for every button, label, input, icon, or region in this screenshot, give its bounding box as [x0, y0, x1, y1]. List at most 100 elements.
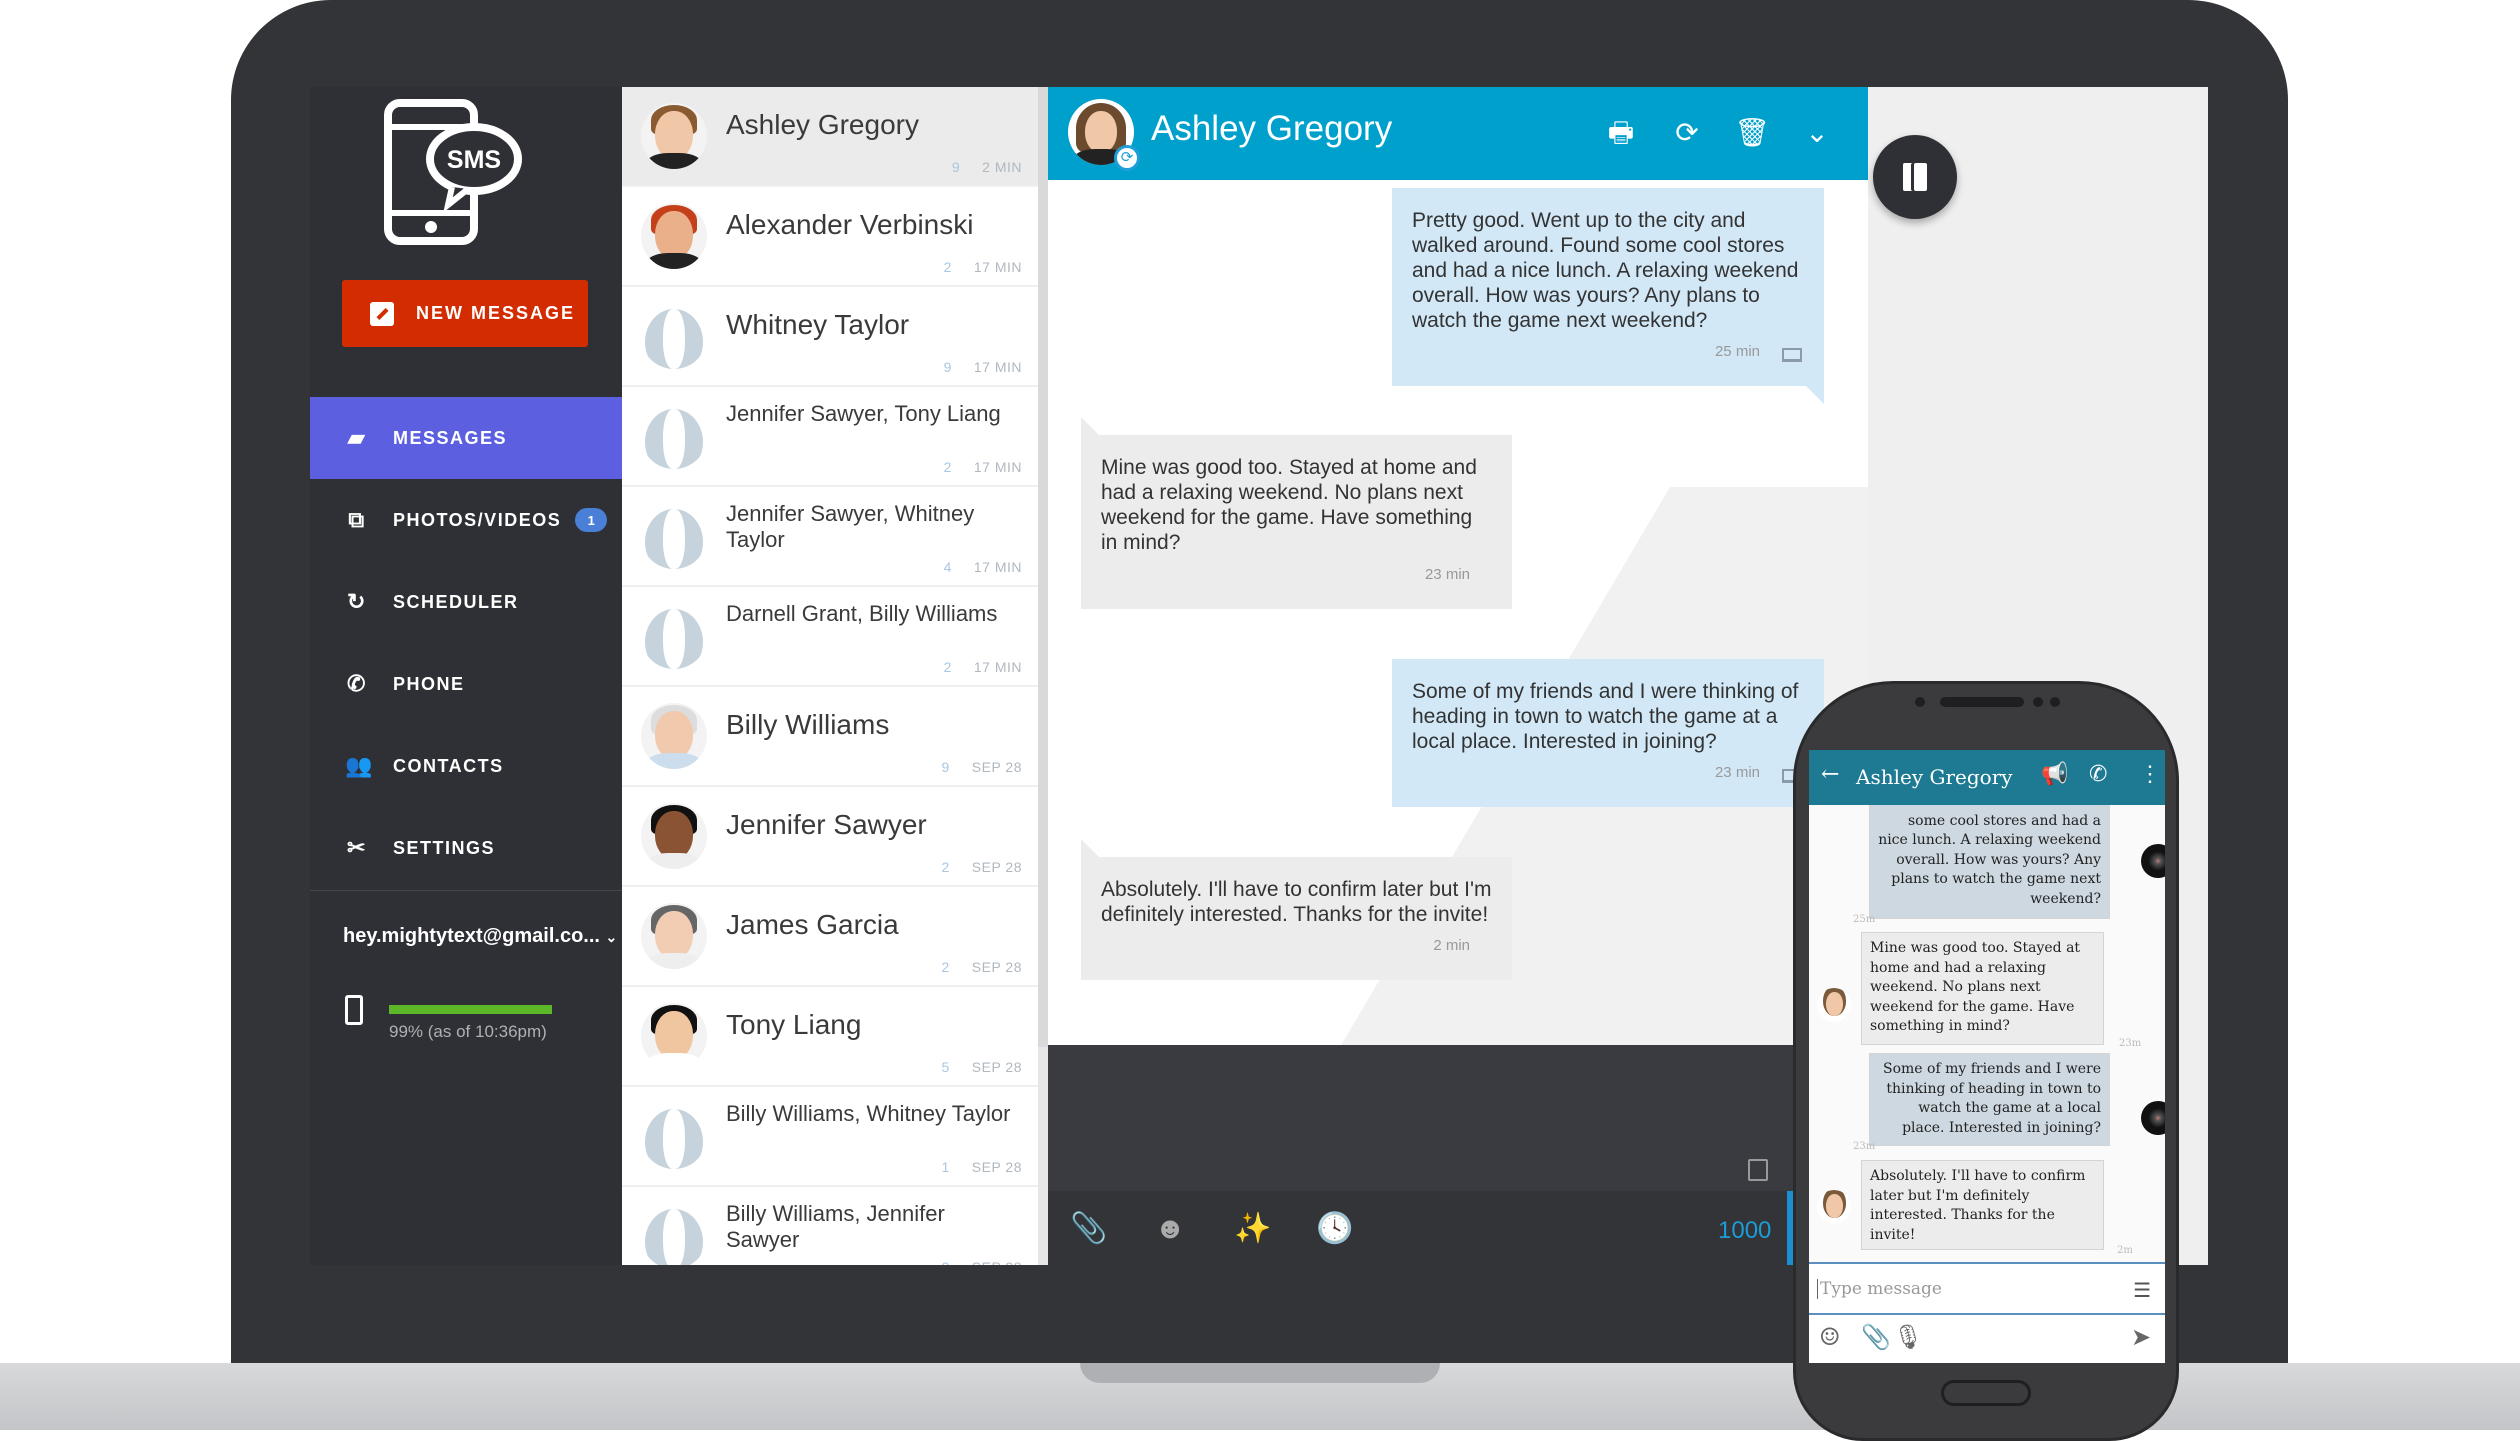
attach-icon[interactable]: 📎: [1070, 1211, 1107, 1247]
send-icon[interactable]: ➤: [2131, 1323, 2151, 1351]
conversation-item[interactable]: Jennifer Sawyer 2 SEP 28: [622, 787, 1038, 887]
conversation-time: 17 MIN: [973, 659, 1022, 675]
phone-sensor: [2033, 697, 2043, 707]
phone-message-time: 2m: [2117, 1245, 2133, 1256]
account-selector[interactable]: hey.mightytext@gmail.co... ⌄: [343, 925, 617, 948]
avatar-face: [655, 811, 693, 859]
sidebar-item-phone[interactable]: ✆ PHONE: [310, 643, 622, 725]
sidebar-item-messages[interactable]: ▰ MESSAGES: [310, 397, 622, 479]
conversation-item[interactable]: Jennifer Sawyer, Tony Liang 2 17 MIN: [622, 387, 1038, 487]
save-draft-icon[interactable]: [1748, 1159, 1768, 1181]
message-count: 2: [943, 259, 952, 275]
avatar-shirt: [645, 153, 703, 169]
conversation-item[interactable]: Billy Williams, Jennifer Sawyer 2 SEP 28: [622, 1187, 1038, 1265]
conversation-time: 17 MIN: [973, 459, 1022, 475]
conversation-meta: 2 SEP 28: [941, 1259, 1022, 1265]
avatar-face: [655, 711, 693, 759]
avatar-face: [655, 911, 693, 959]
new-message-button[interactable]: NEW MESSAGE: [342, 280, 588, 347]
conversation-item[interactable]: Billy Williams, Whitney Taylor 1 SEP 28: [622, 1087, 1038, 1187]
conversation-item[interactable]: Darnell Grant, Billy Williams 2 17 MIN: [622, 587, 1038, 687]
conversation-item[interactable]: Jennifer Sawyer, Whitney Taylor 4 17 MIN: [622, 487, 1038, 587]
conversation-name: James Garcia: [726, 909, 899, 940]
print-icon[interactable]: 🖶: [1601, 113, 1641, 153]
conversation-meta: 4 17 MIN: [944, 559, 1022, 575]
message-bubble-in: Mine was good too. Stayed at home and ha…: [1081, 417, 1512, 609]
avatar-face: [655, 1011, 693, 1059]
megaphone-icon[interactable]: 📢: [2041, 762, 2068, 787]
avatar: [641, 603, 707, 669]
conversation-meta: 1 SEP 28: [941, 1159, 1022, 1175]
conversation-name: Ashley Gregory: [726, 109, 919, 140]
phone-home-button[interactable]: [1941, 1380, 2031, 1406]
message-time: 25 min: [1714, 343, 1760, 360]
magic-wand-icon[interactable]: ✨: [1234, 1211, 1271, 1247]
phone-camera: [2050, 697, 2060, 707]
conversation-item[interactable]: James Garcia 2 SEP 28: [622, 887, 1038, 987]
phone-avatar: [2141, 844, 2165, 878]
conversation-name: Tony Liang: [726, 1009, 862, 1040]
message-time: 23 min: [1714, 764, 1760, 781]
message-text: Some of my friends and I were thinking o…: [1412, 680, 1799, 753]
sync-icon: ⟳: [1114, 145, 1140, 171]
message-composer[interactable]: [1048, 1045, 1868, 1191]
emoji-icon[interactable]: ☻: [1152, 1211, 1188, 1247]
avatar: [641, 703, 707, 769]
conversation-meta: 9 SEP 28: [941, 759, 1022, 775]
conversation-time: SEP 28: [971, 859, 1022, 875]
microphone-icon[interactable]: 🎙: [1893, 1323, 1923, 1351]
avatar-face: [655, 211, 693, 259]
conversation-item[interactable]: Ashley Gregory 9 2 MIN: [622, 87, 1038, 187]
emoji-icon[interactable]: ☺: [1819, 1323, 1841, 1351]
templates-icon[interactable]: ☰: [2133, 1278, 2151, 1302]
sidebar: SMS NEW MESSAGE hey.mightytext@gmail.co.…: [310, 87, 622, 1265]
conversation-meta: 2 17 MIN: [944, 259, 1022, 275]
avatar: [641, 1003, 707, 1069]
phone-message-input[interactable]: Type message ☰: [1809, 1262, 2165, 1315]
conversation-item[interactable]: Tony Liang 5 SEP 28: [622, 987, 1038, 1087]
phone-sensor: [1915, 697, 1925, 707]
conversation-name: Jennifer Sawyer, Tony Liang: [726, 401, 1001, 426]
message-count: 1: [941, 1159, 950, 1175]
sms-logo-icon: SMS: [384, 99, 522, 245]
avatar: [641, 303, 707, 369]
battery-status: 99% (as of 10:36pm): [389, 1022, 547, 1041]
conversation-name: Jennifer Sawyer: [726, 809, 927, 840]
bubble-tail: [1081, 417, 1099, 435]
avatar: [641, 203, 707, 269]
back-arrow-icon[interactable]: ←: [1821, 762, 1839, 787]
avatar: [641, 403, 707, 469]
avatar-face: [1826, 992, 1843, 1016]
chevron-down-icon: ⌄: [605, 929, 618, 945]
conversation-item[interactable]: Alexander Verbinski 2 17 MIN: [622, 187, 1038, 287]
avatar: [641, 103, 707, 169]
scrollbar-thumb[interactable]: [1038, 87, 1048, 1047]
trash-icon[interactable]: 🗑: [1732, 113, 1772, 153]
clock-icon[interactable]: 🕓: [1316, 1211, 1353, 1247]
conversation-name: Billy Williams: [726, 709, 890, 740]
sidebar-item-contacts[interactable]: 👥 CONTACTS: [310, 725, 622, 807]
message-bubble-in: Absolutely. I'll have to confirm later b…: [1081, 839, 1512, 980]
avatar-shirt: [645, 253, 703, 269]
refresh-icon[interactable]: ⟳: [1667, 113, 1707, 153]
conversation-meta: 9 17 MIN: [944, 359, 1022, 375]
message-count: 2: [941, 959, 950, 975]
more-options-icon[interactable]: ⋮: [2139, 762, 2161, 787]
phone-header: ← Ashley Gregory 📢 ✆ ⋮: [1809, 750, 2165, 805]
conversation-item[interactable]: Whitney Taylor 9 17 MIN: [622, 287, 1038, 387]
sidebar-item-scheduler[interactable]: ↻ SCHEDULER: [310, 561, 622, 643]
conversation-meta: 2 SEP 28: [941, 859, 1022, 875]
sidebar-item-label: SETTINGS: [393, 837, 496, 858]
compose-icon: [370, 301, 394, 326]
message-count: 5: [941, 1059, 950, 1075]
sidebar-item-photos-videos[interactable]: ⧉ PHOTOS/VIDEOS 1: [310, 479, 622, 561]
phone-call-icon[interactable]: ✆: [2089, 762, 2107, 787]
toggle-panel-button[interactable]: [1873, 135, 1957, 219]
sidebar-item-settings[interactable]: ✂ SETTINGS: [310, 807, 622, 889]
conversation-item[interactable]: Billy Williams 9 SEP 28: [622, 687, 1038, 787]
chevron-down-icon[interactable]: ⌄: [1797, 113, 1837, 153]
avatar-shirt: [645, 753, 703, 769]
attach-icon[interactable]: 📎: [1861, 1323, 1891, 1351]
conversation-meta: 2 17 MIN: [944, 459, 1022, 475]
conversation-list: Ashley Gregory 9 2 MIN Alexander Verbinski 2…: [622, 87, 1038, 1265]
